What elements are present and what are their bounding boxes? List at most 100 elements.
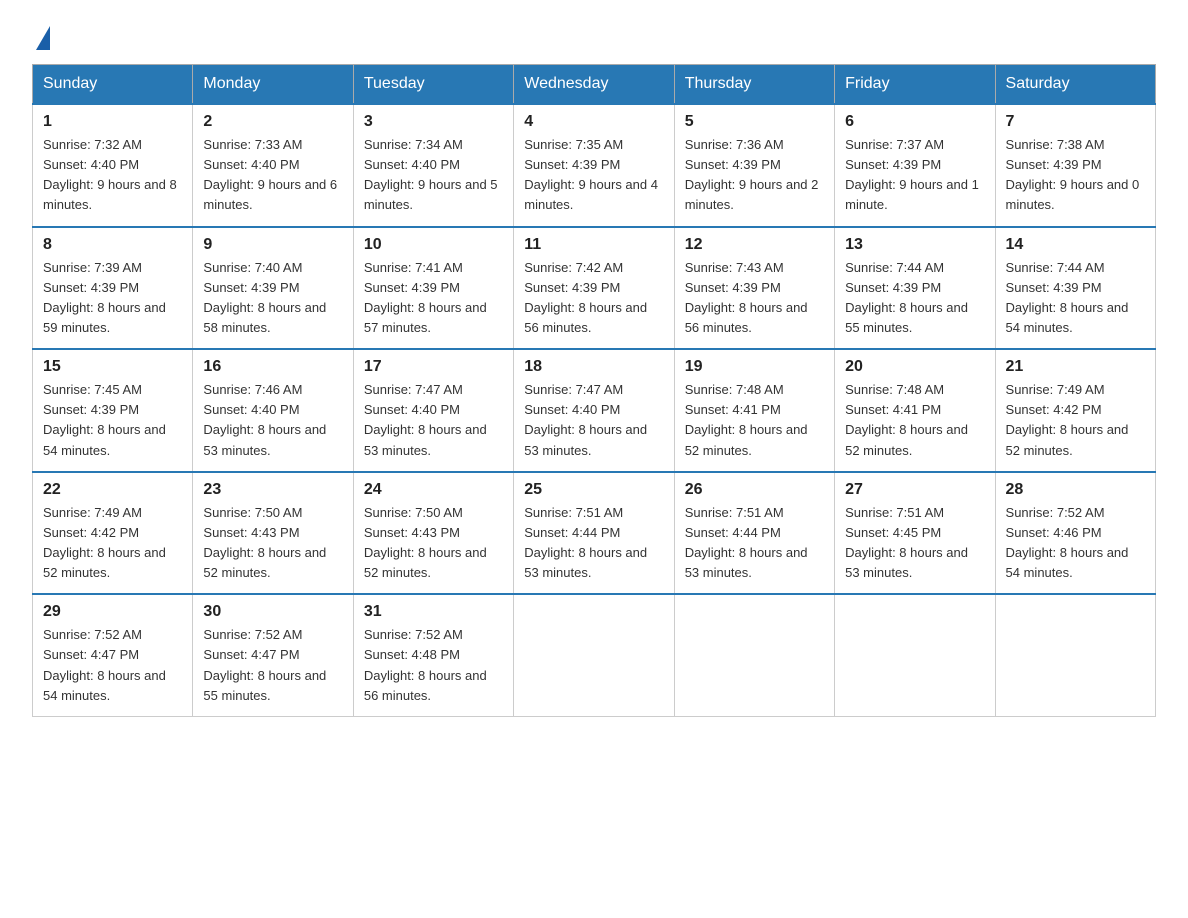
calendar-week-row: 8 Sunrise: 7:39 AM Sunset: 4:39 PM Dayli… — [33, 227, 1156, 350]
calendar-cell: 4 Sunrise: 7:35 AM Sunset: 4:39 PM Dayli… — [514, 104, 674, 227]
day-info: Sunrise: 7:43 AM Sunset: 4:39 PM Dayligh… — [685, 258, 824, 339]
calendar-cell: 18 Sunrise: 7:47 AM Sunset: 4:40 PM Dayl… — [514, 349, 674, 472]
day-number: 25 — [524, 481, 663, 499]
day-number: 6 — [845, 113, 984, 131]
calendar-cell: 12 Sunrise: 7:43 AM Sunset: 4:39 PM Dayl… — [674, 227, 834, 350]
calendar-cell: 11 Sunrise: 7:42 AM Sunset: 4:39 PM Dayl… — [514, 227, 674, 350]
calendar-cell: 15 Sunrise: 7:45 AM Sunset: 4:39 PM Dayl… — [33, 349, 193, 472]
calendar-header-sunday: Sunday — [33, 65, 193, 105]
calendar-cell: 14 Sunrise: 7:44 AM Sunset: 4:39 PM Dayl… — [995, 227, 1155, 350]
calendar-cell: 24 Sunrise: 7:50 AM Sunset: 4:43 PM Dayl… — [353, 472, 513, 595]
day-info: Sunrise: 7:42 AM Sunset: 4:39 PM Dayligh… — [524, 258, 663, 339]
calendar-cell: 21 Sunrise: 7:49 AM Sunset: 4:42 PM Dayl… — [995, 349, 1155, 472]
day-info: Sunrise: 7:34 AM Sunset: 4:40 PM Dayligh… — [364, 135, 503, 216]
calendar-cell: 1 Sunrise: 7:32 AM Sunset: 4:40 PM Dayli… — [33, 104, 193, 227]
calendar-cell — [995, 594, 1155, 716]
day-number: 5 — [685, 113, 824, 131]
day-info: Sunrise: 7:51 AM Sunset: 4:45 PM Dayligh… — [845, 503, 984, 584]
calendar-header-tuesday: Tuesday — [353, 65, 513, 105]
day-info: Sunrise: 7:48 AM Sunset: 4:41 PM Dayligh… — [845, 380, 984, 461]
day-info: Sunrise: 7:51 AM Sunset: 4:44 PM Dayligh… — [685, 503, 824, 584]
day-number: 12 — [685, 236, 824, 254]
calendar-cell: 28 Sunrise: 7:52 AM Sunset: 4:46 PM Dayl… — [995, 472, 1155, 595]
day-number: 11 — [524, 236, 663, 254]
calendar-cell: 9 Sunrise: 7:40 AM Sunset: 4:39 PM Dayli… — [193, 227, 353, 350]
day-info: Sunrise: 7:52 AM Sunset: 4:48 PM Dayligh… — [364, 625, 503, 706]
calendar-header-wednesday: Wednesday — [514, 65, 674, 105]
day-info: Sunrise: 7:50 AM Sunset: 4:43 PM Dayligh… — [203, 503, 342, 584]
page-header — [32, 24, 1156, 46]
calendar-cell: 26 Sunrise: 7:51 AM Sunset: 4:44 PM Dayl… — [674, 472, 834, 595]
day-number: 7 — [1006, 113, 1145, 131]
day-number: 9 — [203, 236, 342, 254]
day-info: Sunrise: 7:46 AM Sunset: 4:40 PM Dayligh… — [203, 380, 342, 461]
day-info: Sunrise: 7:33 AM Sunset: 4:40 PM Dayligh… — [203, 135, 342, 216]
day-number: 22 — [43, 481, 182, 499]
calendar-cell: 22 Sunrise: 7:49 AM Sunset: 4:42 PM Dayl… — [33, 472, 193, 595]
day-number: 29 — [43, 603, 182, 621]
day-number: 10 — [364, 236, 503, 254]
day-info: Sunrise: 7:49 AM Sunset: 4:42 PM Dayligh… — [1006, 380, 1145, 461]
day-info: Sunrise: 7:48 AM Sunset: 4:41 PM Dayligh… — [685, 380, 824, 461]
calendar-cell: 7 Sunrise: 7:38 AM Sunset: 4:39 PM Dayli… — [995, 104, 1155, 227]
day-number: 17 — [364, 358, 503, 376]
day-info: Sunrise: 7:39 AM Sunset: 4:39 PM Dayligh… — [43, 258, 182, 339]
day-info: Sunrise: 7:52 AM Sunset: 4:47 PM Dayligh… — [203, 625, 342, 706]
calendar-week-row: 15 Sunrise: 7:45 AM Sunset: 4:39 PM Dayl… — [33, 349, 1156, 472]
day-number: 3 — [364, 113, 503, 131]
day-info: Sunrise: 7:49 AM Sunset: 4:42 PM Dayligh… — [43, 503, 182, 584]
day-info: Sunrise: 7:36 AM Sunset: 4:39 PM Dayligh… — [685, 135, 824, 216]
calendar-cell — [514, 594, 674, 716]
day-number: 28 — [1006, 481, 1145, 499]
calendar-header-saturday: Saturday — [995, 65, 1155, 105]
day-info: Sunrise: 7:35 AM Sunset: 4:39 PM Dayligh… — [524, 135, 663, 216]
calendar-cell: 2 Sunrise: 7:33 AM Sunset: 4:40 PM Dayli… — [193, 104, 353, 227]
day-info: Sunrise: 7:51 AM Sunset: 4:44 PM Dayligh… — [524, 503, 663, 584]
day-info: Sunrise: 7:41 AM Sunset: 4:39 PM Dayligh… — [364, 258, 503, 339]
logo-triangle-icon — [36, 26, 50, 50]
calendar-cell: 20 Sunrise: 7:48 AM Sunset: 4:41 PM Dayl… — [835, 349, 995, 472]
day-number: 2 — [203, 113, 342, 131]
day-number: 26 — [685, 481, 824, 499]
calendar-cell: 30 Sunrise: 7:52 AM Sunset: 4:47 PM Dayl… — [193, 594, 353, 716]
calendar-table: SundayMondayTuesdayWednesdayThursdayFrid… — [32, 64, 1156, 717]
day-info: Sunrise: 7:44 AM Sunset: 4:39 PM Dayligh… — [1006, 258, 1145, 339]
calendar-cell: 25 Sunrise: 7:51 AM Sunset: 4:44 PM Dayl… — [514, 472, 674, 595]
calendar-cell: 27 Sunrise: 7:51 AM Sunset: 4:45 PM Dayl… — [835, 472, 995, 595]
calendar-cell — [674, 594, 834, 716]
day-number: 27 — [845, 481, 984, 499]
day-number: 8 — [43, 236, 182, 254]
day-number: 23 — [203, 481, 342, 499]
day-number: 13 — [845, 236, 984, 254]
day-info: Sunrise: 7:40 AM Sunset: 4:39 PM Dayligh… — [203, 258, 342, 339]
day-info: Sunrise: 7:37 AM Sunset: 4:39 PM Dayligh… — [845, 135, 984, 216]
day-info: Sunrise: 7:45 AM Sunset: 4:39 PM Dayligh… — [43, 380, 182, 461]
calendar-cell: 17 Sunrise: 7:47 AM Sunset: 4:40 PM Dayl… — [353, 349, 513, 472]
calendar-week-row: 1 Sunrise: 7:32 AM Sunset: 4:40 PM Dayli… — [33, 104, 1156, 227]
logo — [32, 24, 50, 46]
day-info: Sunrise: 7:44 AM Sunset: 4:39 PM Dayligh… — [845, 258, 984, 339]
calendar-cell: 6 Sunrise: 7:37 AM Sunset: 4:39 PM Dayli… — [835, 104, 995, 227]
calendar-cell: 8 Sunrise: 7:39 AM Sunset: 4:39 PM Dayli… — [33, 227, 193, 350]
day-info: Sunrise: 7:50 AM Sunset: 4:43 PM Dayligh… — [364, 503, 503, 584]
calendar-cell: 3 Sunrise: 7:34 AM Sunset: 4:40 PM Dayli… — [353, 104, 513, 227]
day-number: 18 — [524, 358, 663, 376]
calendar-cell: 23 Sunrise: 7:50 AM Sunset: 4:43 PM Dayl… — [193, 472, 353, 595]
day-info: Sunrise: 7:52 AM Sunset: 4:46 PM Dayligh… — [1006, 503, 1145, 584]
calendar-cell: 29 Sunrise: 7:52 AM Sunset: 4:47 PM Dayl… — [33, 594, 193, 716]
calendar-cell — [835, 594, 995, 716]
day-number: 30 — [203, 603, 342, 621]
calendar-header-monday: Monday — [193, 65, 353, 105]
day-info: Sunrise: 7:32 AM Sunset: 4:40 PM Dayligh… — [43, 135, 182, 216]
calendar-cell: 5 Sunrise: 7:36 AM Sunset: 4:39 PM Dayli… — [674, 104, 834, 227]
day-info: Sunrise: 7:52 AM Sunset: 4:47 PM Dayligh… — [43, 625, 182, 706]
calendar-cell: 16 Sunrise: 7:46 AM Sunset: 4:40 PM Dayl… — [193, 349, 353, 472]
calendar-cell: 19 Sunrise: 7:48 AM Sunset: 4:41 PM Dayl… — [674, 349, 834, 472]
calendar-cell: 13 Sunrise: 7:44 AM Sunset: 4:39 PM Dayl… — [835, 227, 995, 350]
calendar-cell: 10 Sunrise: 7:41 AM Sunset: 4:39 PM Dayl… — [353, 227, 513, 350]
calendar-week-row: 22 Sunrise: 7:49 AM Sunset: 4:42 PM Dayl… — [33, 472, 1156, 595]
day-number: 24 — [364, 481, 503, 499]
day-number: 21 — [1006, 358, 1145, 376]
day-number: 19 — [685, 358, 824, 376]
day-info: Sunrise: 7:38 AM Sunset: 4:39 PM Dayligh… — [1006, 135, 1145, 216]
